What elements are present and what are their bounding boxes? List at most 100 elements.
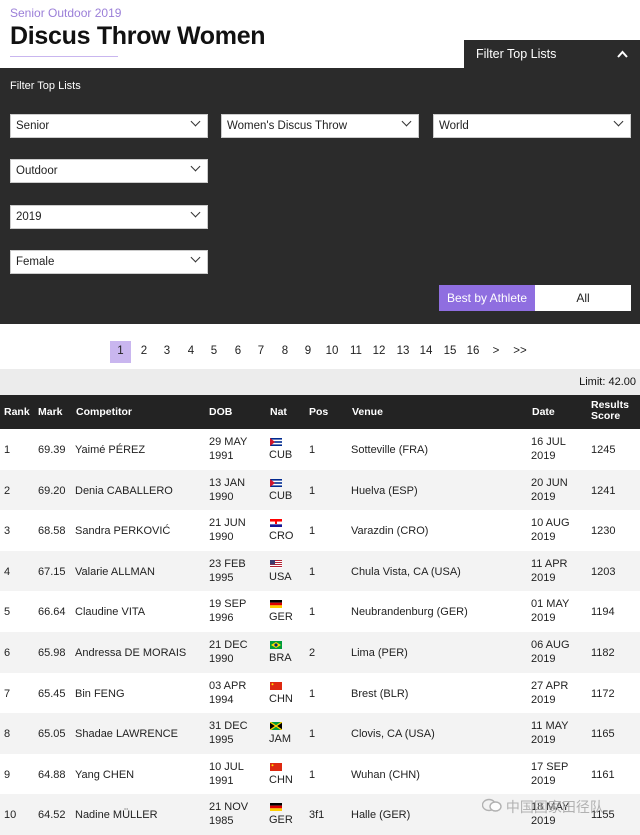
dob-day-month: 23 FEB [209, 557, 246, 570]
position-cell: 3f1 [309, 809, 325, 822]
dob-cell: 23 FEB 1995 [209, 557, 246, 585]
gender-value: Female [16, 256, 55, 268]
page-link-12[interactable]: 12 [369, 341, 389, 363]
competitor-link[interactable]: Andressa DE MORAIS [75, 647, 186, 659]
flag-icon [270, 640, 282, 649]
page-header: Senior Outdoor 2019 Discus Throw Women F… [0, 0, 640, 68]
date-year: 2019 [531, 450, 556, 462]
dob-day-month: 21 DEC [209, 639, 248, 651]
date-cell: 16 JUL 2019 [531, 435, 566, 463]
pagination: 1 2 3 4 5 6 7 8 9 10 11 12 13 14 15 16 >… [0, 341, 640, 365]
mark-cell: 65.05 [38, 728, 66, 741]
competitor-link[interactable]: Bin FENG [75, 688, 125, 700]
page-link-1[interactable]: 1 [110, 341, 131, 363]
dob-cell: 03 APR 1994 [209, 679, 246, 707]
dob-day-month: 29 MAY [209, 436, 248, 448]
page-link-15[interactable]: 15 [440, 341, 460, 363]
mark-cell: 64.88 [38, 768, 66, 781]
venue-cell: Halle (GER) [351, 809, 411, 822]
page-link-5[interactable]: 5 [206, 341, 222, 363]
next-page-link[interactable]: > [489, 341, 503, 363]
age-category-value: Senior [16, 120, 50, 132]
page-title: Discus Throw Women [10, 22, 266, 50]
date-cell: 11 APR 2019 [531, 557, 568, 585]
date-year: 2019 [531, 612, 556, 625]
position-cell: 1 [309, 768, 316, 781]
date-day-month: 27 APR [531, 679, 569, 692]
competitor-link[interactable]: Denia CABALLERO [75, 485, 173, 497]
position-cell: 1 [309, 728, 316, 741]
dob-year: 1985 [209, 815, 234, 828]
chevron-up-icon [617, 46, 628, 61]
mark-cell: 65.45 [38, 687, 66, 700]
event-select[interactable]: Women's Discus Throw [221, 114, 419, 138]
competitor-link[interactable]: Valarie ALLMAN [75, 566, 155, 578]
dob-year: 1991 [209, 774, 234, 787]
page-link-7[interactable]: 7 [253, 341, 269, 363]
flag-icon [270, 518, 282, 528]
dob-cell: 31 DEC 1995 [209, 719, 248, 747]
date-cell: 11 MAY 2019 [531, 719, 569, 747]
environment-select[interactable]: Outdoor [10, 159, 208, 183]
rank-cell: 2 [4, 484, 11, 497]
limit-bar: Limit: 42.00 [0, 369, 640, 395]
date-day-month: 06 AUG [531, 639, 570, 651]
competitor-link[interactable]: Yaimé PÉREZ [75, 444, 145, 456]
page-link-3[interactable]: 3 [159, 341, 175, 363]
page-link-14[interactable]: 14 [416, 341, 436, 363]
chevron-down-icon [401, 116, 412, 127]
competitor-link[interactable]: Claudine VITA [75, 606, 145, 618]
date-cell: 01 MAY 2019 [531, 597, 569, 625]
page-link-9[interactable]: 9 [300, 341, 316, 363]
nationality-cell: CUB [269, 489, 293, 502]
competitor-link[interactable]: Yang CHEN [75, 769, 134, 781]
header-competitor: Competitor [76, 406, 132, 418]
age-category-select[interactable]: Senior [10, 114, 208, 138]
watermark-text: 中国国家田径队 [505, 799, 604, 815]
dob-cell: 21 NOV 1985 [209, 800, 248, 828]
mark-cell: 65.98 [38, 647, 66, 659]
mark-cell: 68.58 [38, 525, 66, 538]
page-link-6[interactable]: 6 [230, 341, 246, 363]
page-link-11[interactable]: 11 [346, 341, 366, 363]
flag-icon [270, 762, 282, 771]
venue-cell: Huelva (ESP) [351, 484, 418, 497]
header-date: Date [532, 406, 555, 418]
dob-year: 1990 [209, 490, 234, 503]
last-page-link[interactable]: >> [510, 341, 530, 363]
best-by-athlete-toggle[interactable]: Best by Athlete [439, 285, 535, 311]
all-toggle[interactable]: All [535, 285, 631, 311]
nationality-cell: CRO [269, 530, 294, 543]
dob-day-month: 10 JUL [209, 760, 244, 773]
date-year: 2019 [531, 734, 556, 747]
page-link-16[interactable]: 16 [463, 341, 483, 363]
table-row: 9 64.88 Yang CHEN 10 JUL 1991 CHN 1 Wuhan (CHN)… [0, 754, 640, 795]
competitor-link[interactable]: Shadae LAWRENCE [75, 728, 178, 740]
date-year: 2019 [531, 490, 556, 503]
year-select[interactable]: 2019 [10, 205, 208, 229]
date-cell: 06 AUG 2019 [531, 638, 570, 666]
page-link-13[interactable]: 13 [393, 341, 413, 363]
page-link-10[interactable]: 10 [322, 341, 342, 363]
gender-select[interactable]: Female [10, 250, 208, 274]
nationality-cell: CHN [269, 692, 293, 705]
page-link-2[interactable]: 2 [136, 341, 152, 363]
nationality-cell: GER [269, 611, 293, 624]
venue-cell: Chula Vista, CA (USA) [351, 565, 461, 578]
page-link-8[interactable]: 8 [277, 341, 293, 363]
page-link-4[interactable]: 4 [183, 341, 199, 363]
header-nat: Nat [270, 406, 287, 418]
region-select[interactable]: World [433, 114, 631, 138]
results-score-cell: 1182 [591, 647, 615, 659]
chevron-down-icon [190, 207, 201, 218]
date-year: 2019 [531, 531, 556, 544]
competitor-link[interactable]: Sandra PERKOVIĆ [75, 525, 170, 537]
results-score-cell: 1245 [591, 444, 616, 456]
header-rank: Rank [4, 406, 30, 418]
filter-toggle-button[interactable]: Filter Top Lists [464, 40, 640, 68]
venue-cell: Varazdin (CRO) [351, 525, 429, 538]
competitor-link[interactable]: Nadine MÜLLER [75, 809, 158, 821]
results-score-cell: 1203 [591, 565, 616, 578]
position-cell: 2 [309, 647, 316, 659]
filter-toggle-label: Filter Top Lists [476, 47, 557, 61]
